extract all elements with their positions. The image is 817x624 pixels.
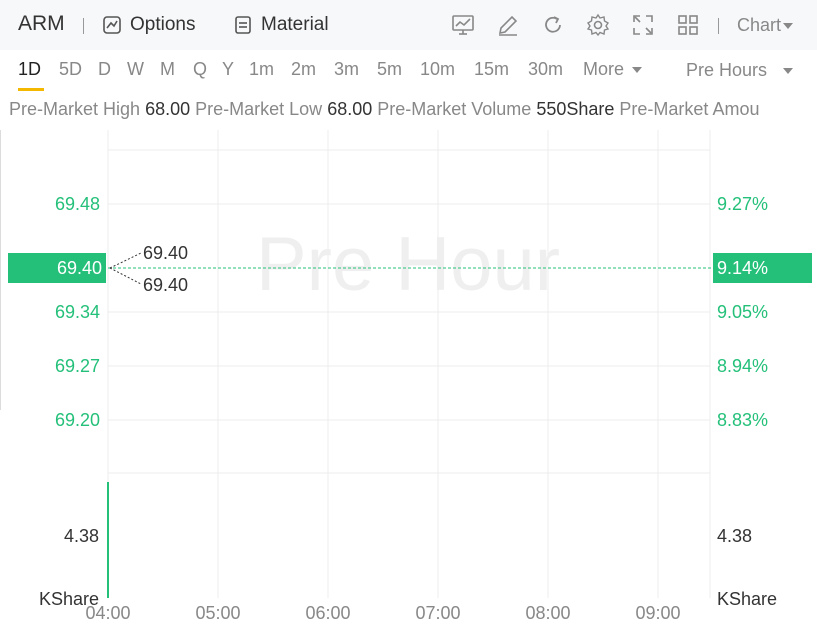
volume-unit-right: KShare — [717, 589, 777, 609]
indicator-tool[interactable] — [450, 12, 476, 38]
low-callout-label: 69.40 — [143, 275, 188, 295]
premarket-low-value: 68.00 — [327, 99, 373, 119]
chart-area[interactable]: Pre Hour 69.48 69.34 69.27 69.20 9.27% 9.05% 8.… — [0, 130, 817, 624]
premarket-volume-value: 550Share — [536, 99, 615, 119]
timeframe-w[interactable]: W — [127, 59, 144, 80]
time-axis-tick: 04:00 — [85, 603, 130, 623]
top-toolbar: ARM Options Material Chart — [0, 0, 817, 50]
session-label: Pre Hours — [686, 60, 768, 80]
fullscreen-tool[interactable] — [630, 12, 656, 38]
time-axis-tick: 08:00 — [525, 603, 570, 623]
refresh-tool[interactable] — [540, 12, 566, 38]
timeframe-5d[interactable]: 5D — [59, 59, 82, 80]
premarket-high-value: 68.00 — [145, 99, 191, 119]
high-callout-leader — [109, 252, 142, 269]
price-axis-tick: 69.27 — [55, 356, 100, 376]
grid-layout-icon — [678, 15, 698, 35]
timeframe-5m[interactable]: 5m — [377, 59, 402, 80]
monitor-chart-icon — [452, 15, 474, 35]
settings-tool[interactable] — [585, 12, 611, 38]
volume-axis-tick-right: 4.38 — [717, 526, 752, 546]
chart-watermark: Pre Hour — [256, 222, 560, 307]
timeframe-y[interactable]: Y — [222, 59, 234, 80]
gear-icon — [586, 13, 610, 37]
premarket-volume-label: Pre-Market Volume — [377, 99, 532, 119]
toolbar-divider — [83, 18, 84, 34]
price-axis-tick: 69.34 — [55, 302, 100, 322]
pencil-icon — [498, 15, 518, 36]
percent-axis-tick: 9.05% — [717, 302, 768, 322]
time-axis-tick: 07:00 — [415, 603, 460, 623]
volume-axis-tick-left: 4.38 — [64, 526, 99, 546]
timeframe-3m[interactable]: 3m — [334, 59, 359, 80]
timeframe-bar: 1D 5D D W M Q Y 1m 2m 3m 5m 10m 15m 30m More Pre Hour… — [0, 50, 817, 90]
premarket-low-label: Pre-Market Low — [195, 99, 323, 119]
timeframe-m[interactable]: M — [160, 59, 175, 80]
timeframe-30m[interactable]: 30m — [528, 59, 563, 80]
draw-tool[interactable] — [495, 12, 521, 38]
current-price-tag: 69.40 — [8, 253, 106, 283]
fullscreen-icon — [633, 15, 653, 35]
timeframe-1m[interactable]: 1m — [249, 59, 274, 80]
timeframe-q[interactable]: Q — [193, 59, 207, 80]
active-timeframe-indicator — [18, 88, 44, 91]
percent-axis-tick: 8.83% — [717, 410, 768, 430]
chart-type-label: Chart — [737, 15, 782, 35]
premarket-amount-label: Pre-Market Amou — [619, 99, 760, 119]
refresh-icon — [545, 16, 561, 33]
price-axis-tick: 69.48 — [55, 194, 100, 214]
toolbar-divider — [718, 18, 719, 34]
chevron-down-icon — [632, 66, 643, 73]
current-percent-tag: 9.14% — [713, 253, 812, 283]
session-select[interactable]: Pre Hours — [686, 60, 794, 81]
chevron-down-icon — [783, 67, 794, 74]
chevron-down-icon — [783, 22, 794, 29]
options-label: Options — [130, 14, 196, 35]
ticker-symbol: ARM — [18, 12, 65, 35]
price-chart[interactable]: Pre Hour 69.48 69.34 69.27 69.20 9.27% 9.05% 8.… — [0, 130, 817, 624]
high-callout-label: 69.40 — [143, 243, 188, 263]
premarket-high-label: Pre-Market High — [9, 99, 141, 119]
time-axis-tick: 05:00 — [195, 603, 240, 623]
options-icon — [103, 16, 121, 34]
time-axis-tick: 06:00 — [305, 603, 350, 623]
layout-tool[interactable] — [675, 12, 701, 38]
low-callout-leader — [109, 267, 142, 285]
chart-type-select[interactable]: Chart — [737, 15, 794, 36]
material-label: Material — [261, 14, 329, 35]
premarket-stats: Pre-Market High 68.00 Pre-Market Low 68.… — [9, 99, 817, 120]
price-axis-tick: 69.20 — [55, 410, 100, 430]
timeframe-10m[interactable]: 10m — [420, 59, 455, 80]
timeframe-1d[interactable]: 1D — [18, 59, 41, 80]
time-axis-tick: 09:00 — [635, 603, 680, 623]
more-timeframes-button[interactable]: More — [583, 59, 643, 80]
document-icon — [235, 16, 251, 34]
timeframe-15m[interactable]: 15m — [474, 59, 509, 80]
timeframe-2m[interactable]: 2m — [291, 59, 316, 80]
options-button[interactable]: Options — [102, 14, 195, 36]
percent-axis-tick: 9.27% — [717, 194, 768, 214]
material-button[interactable]: Material — [233, 14, 329, 36]
timeframe-d[interactable]: D — [98, 59, 111, 80]
more-label: More — [583, 59, 625, 79]
percent-axis-tick: 8.94% — [717, 356, 768, 376]
